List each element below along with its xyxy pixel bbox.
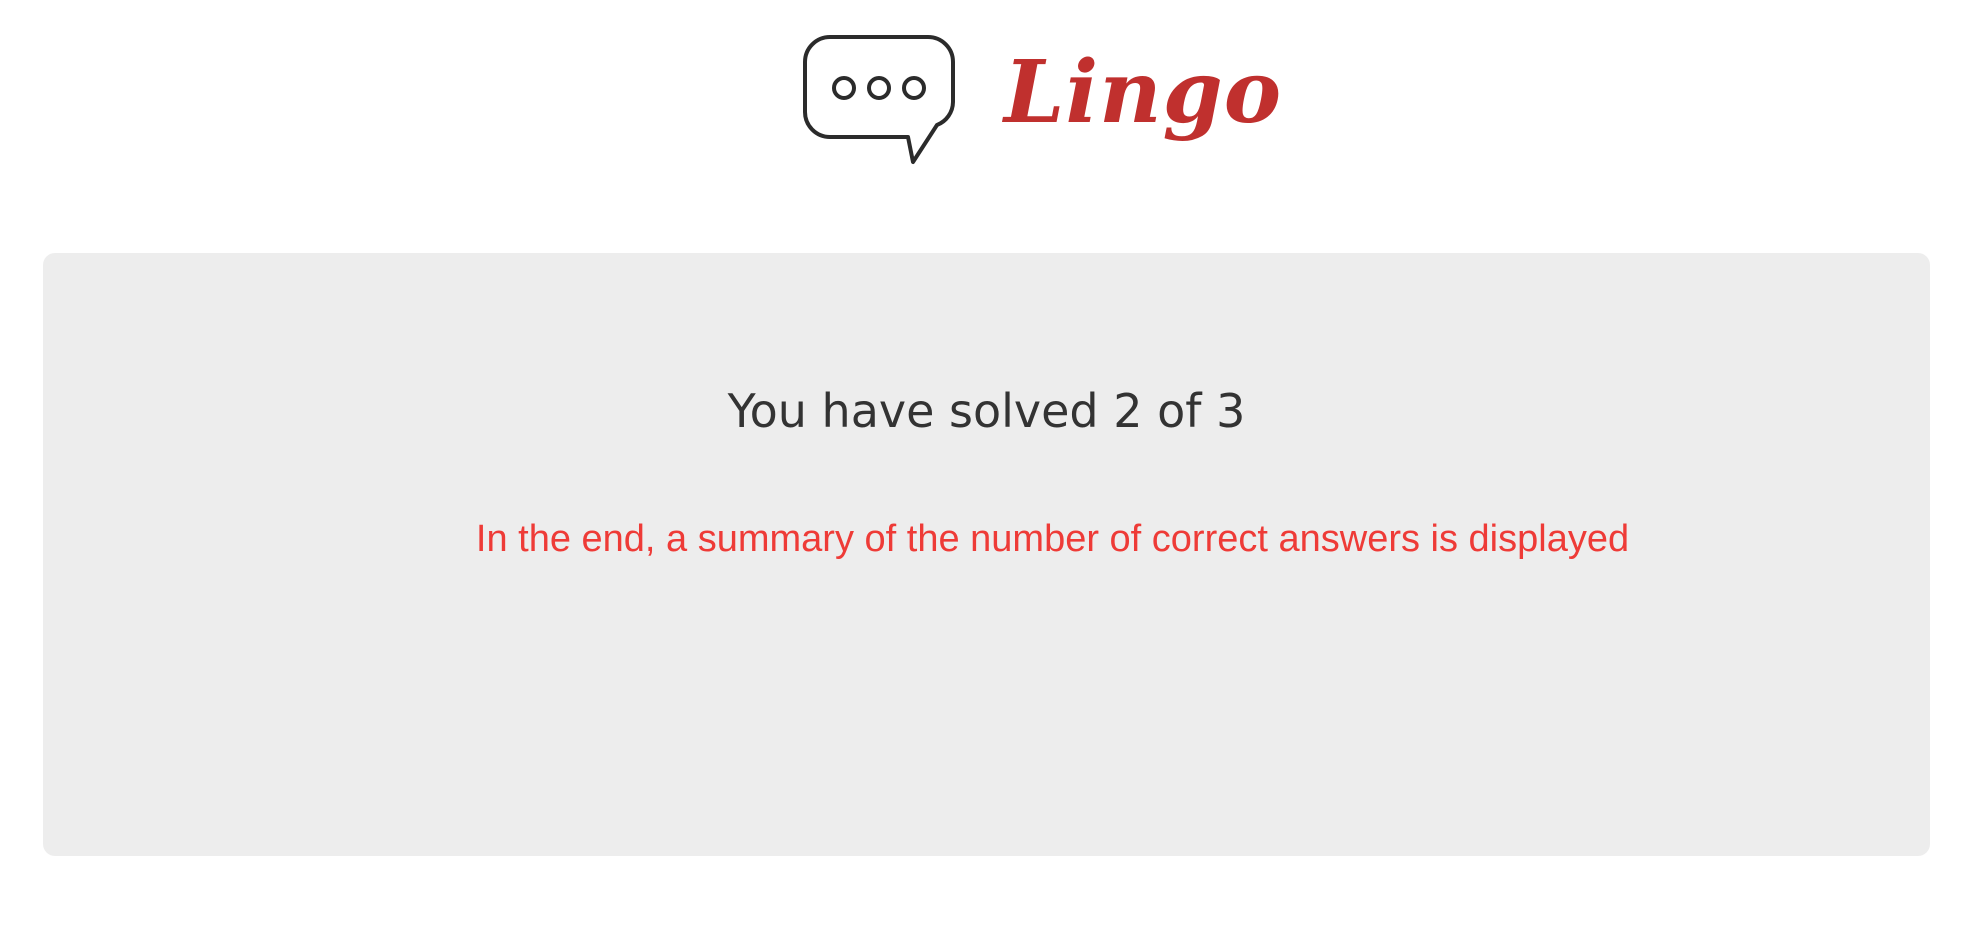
speech-bubble-icon — [800, 32, 960, 167]
result-card: You have solved 2 of 3 In the end, a sum… — [43, 253, 1930, 856]
header: Lingo — [0, 0, 1976, 200]
annotation-note: In the end, a summary of the number of c… — [475, 518, 1630, 560]
result-summary: You have solved 2 of 3 — [727, 384, 1246, 438]
brand-name: Lingo — [1004, 42, 1283, 143]
